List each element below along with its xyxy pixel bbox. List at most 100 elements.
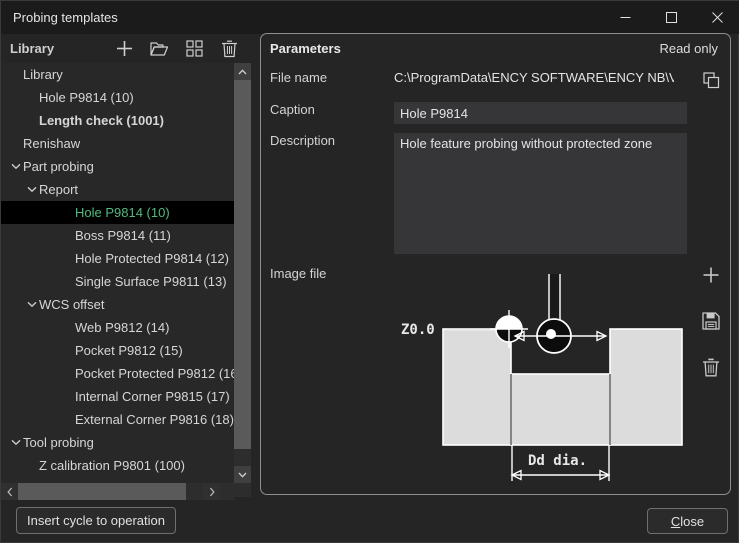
tree-scrollbar-thumb[interactable] [234,80,251,449]
tree-item-label: WCS offset [39,297,105,312]
library-toolbar [115,39,239,58]
tree-item[interactable]: Internal Corner P9815 (17) [1,385,234,408]
scroll-up-button[interactable] [234,63,251,80]
tree-item[interactable]: Pocket Protected P9812 (16) [1,362,234,385]
scroll-right-button[interactable] [203,483,220,500]
close-accel-char: C [671,514,680,529]
caption-label: Caption [261,102,394,124]
tree-item-label: Length check (1001) [39,113,164,128]
tree-vertical-scrollbar[interactable] [234,63,251,497]
chevron-down-icon[interactable] [25,183,39,197]
tree-item[interactable]: Library [1,63,234,86]
tree-item[interactable]: Z calibration P9801 (100) [1,454,234,477]
tree-horizontal-scrollbar[interactable] [1,483,234,500]
chevron-up-icon [238,69,247,75]
scroll-down-button[interactable] [234,466,251,483]
add-template-button[interactable] [115,39,134,58]
tree-item[interactable]: Report [1,178,234,201]
grid-icon [186,40,203,57]
tree-indent-spacer [61,252,75,266]
chevron-down-icon[interactable] [25,298,39,312]
minimize-icon [620,12,631,23]
tree-item[interactable]: Hole P9814 (10) [1,86,234,109]
tree-indent-spacer [61,321,75,335]
tree-indent-spacer [61,229,75,243]
tree-item[interactable]: Web P9812 (14) [1,316,234,339]
tree-item[interactable]: Tool probing [1,431,234,454]
copy-file-name-button[interactable] [701,70,721,90]
close-dialog-button[interactable]: Close [647,508,728,534]
chevron-right-icon [209,487,215,497]
description-row: Description Hole feature probing without… [261,133,730,254]
chevron-down-icon[interactable] [9,436,23,450]
tree-item[interactable]: WCS offset [1,293,234,316]
trash-icon [221,40,238,58]
chevron-left-icon [7,487,13,497]
insert-cycle-button[interactable]: Insert cycle to operation [16,507,176,534]
tree-item-label: Hole P9814 (10) [75,205,170,220]
tree-indent-spacer [61,344,75,358]
chevron-down-icon [238,472,247,478]
file-name-value: C:\ProgramData\ENCY SOFTWARE\ENCY NB\Ver… [394,70,674,85]
window-controls [602,1,739,34]
tree-item[interactable]: Length check (1001) [1,109,234,132]
tree-item[interactable]: Pocket P9812 (15) [1,339,234,362]
tree-item-label: Report [39,182,78,197]
tree-item[interactable]: Single Surface P9811 (13) [1,270,234,293]
tree-indent-spacer [61,390,75,404]
maximize-icon [666,12,677,23]
tree-item[interactable]: Hole P9814 (10) [1,201,234,224]
minimize-button[interactable] [602,1,648,34]
parameters-title: Parameters [270,41,341,56]
copy-icon [703,72,720,89]
tree-hscrollbar-thumb[interactable] [18,483,186,500]
chevron-down-icon[interactable] [9,160,23,174]
grid-view-button[interactable] [185,39,204,58]
tree-indent-spacer [9,137,23,151]
file-name-row: File name C:\ProgramData\ENCY SOFTWARE\E… [261,70,730,85]
tree-indent-spacer [61,413,75,427]
tree-indent-spacer [61,275,75,289]
tree-item-label: Part probing [23,159,94,174]
tree-indent-spacer [25,459,39,473]
tree-item-label: External Corner P9816 (18) [75,412,234,427]
description-textarea[interactable]: Hole feature probing without protected z… [394,133,687,254]
tree-indent-spacer [25,114,39,128]
diameter-dimension-label: Dd dia. [528,453,587,469]
tree-item-label: Hole Protected P9814 (12) [75,251,229,266]
read-only-badge: Read only [659,41,718,56]
parameters-panel: Parameters Read only File name C:\Progra… [260,33,731,495]
tree-item-label: Internal Corner P9815 (17) [75,389,230,404]
parameters-header: Parameters Read only [261,34,730,62]
z-datum-label: Z0.0 [401,322,435,338]
library-panel: Library [1,34,251,497]
tree-item[interactable]: Hole Protected P9814 (12) [1,247,234,270]
tree-item-label: Z calibration P9801 (100) [39,458,185,473]
tree-item-label: Boss P9814 (11) [75,228,171,243]
close-icon [712,12,723,23]
template-tree[interactable]: LibraryHole P9814 (10)Length check (1001… [1,63,234,483]
tree-item-label: Web P9812 (14) [75,320,169,335]
close-button[interactable] [694,1,739,34]
probing-diagram: Z0.0 Dd dia. [397,274,713,488]
tree-item-label: Single Surface P9811 (13) [75,274,227,289]
tree-item[interactable]: Renishaw [1,132,234,155]
probing-templates-dialog: Probing templates Library [0,0,739,543]
tree-item-label: Tool probing [23,435,94,450]
folder-open-icon [150,40,169,57]
library-header: Library [1,34,251,63]
delete-template-button[interactable] [220,39,239,58]
scroll-left-button[interactable] [1,483,18,500]
tree-item[interactable]: External Corner P9816 (18) [1,408,234,431]
plus-icon [116,40,133,57]
title-bar: Probing templates [1,1,739,34]
close-label-rest: lose [680,514,704,529]
open-library-button[interactable] [150,39,169,58]
caption-input[interactable] [394,102,687,124]
tree-item[interactable]: Part probing [1,155,234,178]
tree-indent-spacer [61,206,75,220]
window-title: Probing templates [13,10,118,25]
tree-indent-spacer [9,68,23,82]
maximize-button[interactable] [648,1,694,34]
tree-item[interactable]: Boss P9814 (11) [1,224,234,247]
